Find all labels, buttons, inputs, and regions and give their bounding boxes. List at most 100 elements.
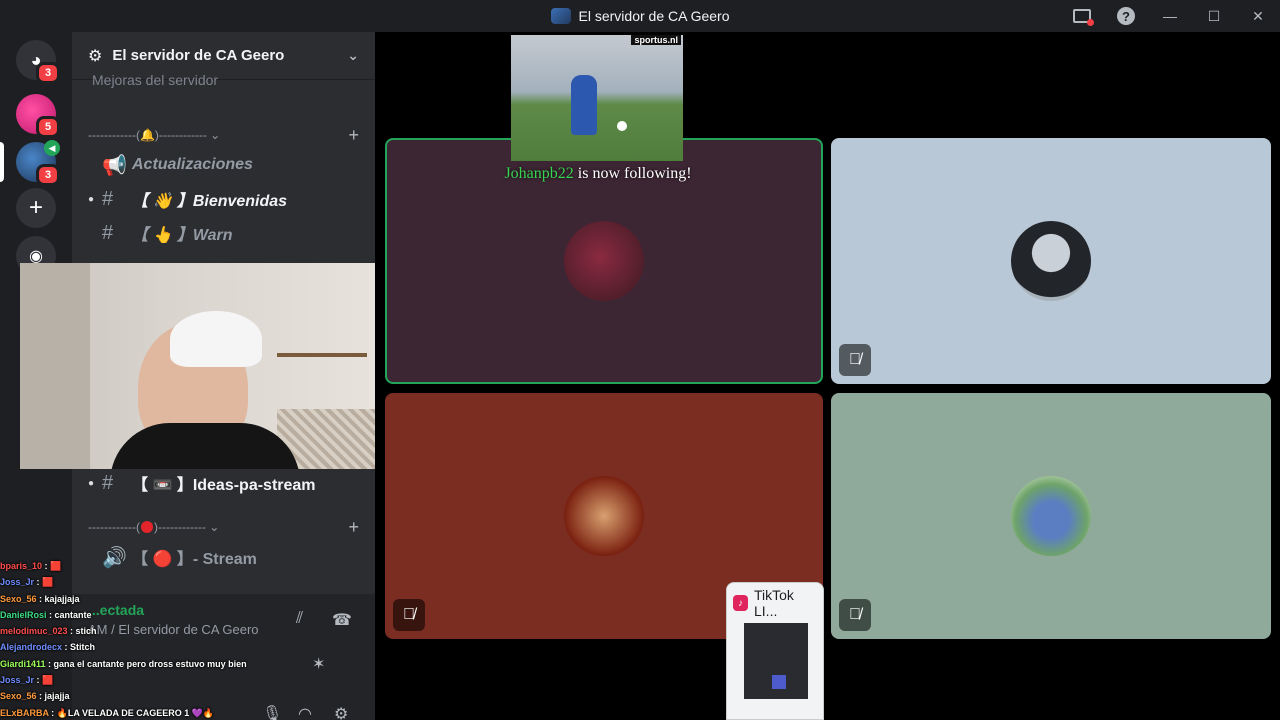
chat-username: DanielRosi (0, 609, 47, 620)
selected-indicator (0, 142, 4, 182)
follow-alert-text: Johanpb22 is now following! (488, 165, 708, 183)
chat-username: Sexo_56 (0, 593, 37, 604)
chat-text: stich (75, 626, 97, 637)
add-channel-icon[interactable]: + (348, 517, 359, 538)
maximize-button[interactable]: ☐ (1192, 0, 1236, 32)
user-settings-icon[interactable]: ⚙ (334, 704, 348, 720)
channel-name: Actualizaciones (132, 156, 253, 173)
chat-text: 🟥 (50, 561, 62, 571)
add-server-button[interactable]: + (16, 188, 56, 228)
channel-ideas-pa-stream[interactable]: ● # 【 📼 】Ideas-pa-stream (88, 467, 359, 499)
muted-icon: 🎙̸ (839, 344, 871, 376)
tiktok-label: TikTok LI... (754, 587, 794, 619)
announcement-icon: 📢 (102, 154, 127, 177)
chat-username: ELxBARBA (0, 707, 49, 718)
follow-message: is now following! (573, 165, 692, 182)
server-boosts[interactable]: Mejoras del servidor (92, 72, 218, 88)
server-icon (550, 8, 571, 24)
webcam-overlay (20, 263, 387, 469)
unread-indicator-icon: ● (88, 477, 95, 489)
speaker-icon: ◀ (44, 140, 60, 156)
chat-text: Stitch (70, 642, 96, 653)
chat-message: bparis_10 : 🟥 (0, 561, 62, 571)
channel-name: 【 👋 】Bienvenidas (132, 193, 288, 210)
chat-username: Joss_Jr (0, 675, 35, 686)
server-settings-icon: ⚙ (88, 47, 103, 65)
follow-alert-image: sportus.nl (511, 35, 683, 161)
channel-name: 【 👆 】Warn (132, 227, 233, 244)
image-watermark: sportus.nl (631, 35, 681, 45)
window-title-group: El servidor de CA Geero (550, 8, 730, 24)
muted-icon: 🎙̸ (839, 599, 871, 631)
title-bar: El servidor de CA Geero ? — ☐ ✕ (0, 0, 1280, 32)
category-label: ------------( (88, 520, 140, 534)
server-icon-pink[interactable]: 5 (16, 94, 60, 138)
chat-username: Giardi1411 (0, 658, 46, 669)
tiktok-live-popout[interactable]: ♪ TikTok LI... (726, 582, 824, 720)
help-icon[interactable]: ? (1104, 0, 1148, 32)
avatar (1011, 221, 1091, 301)
chat-username: Joss_Jr (0, 577, 35, 588)
hash-icon: # (102, 471, 114, 494)
chevron-down-icon: ⌄ (347, 47, 359, 63)
chat-text: jajajja (44, 691, 70, 702)
tiktok-icon: ♪ (733, 595, 748, 611)
chat-text: 🟥 (42, 577, 54, 588)
window-controls: ? — ☐ ✕ (1060, 0, 1280, 32)
chat-message: DanielRosi : cantante (0, 609, 92, 620)
channel-warn[interactable]: # 【 👆 】Warn (88, 217, 359, 249)
streamer-cap (170, 311, 262, 367)
channel-name: 【 📼 】Ideas-pa-stream (132, 477, 316, 494)
red-circle-icon (140, 521, 153, 533)
window-title: El servidor de CA Geero (578, 8, 730, 24)
chat-text: gana el cantante pero dross estuvo muy b… (53, 658, 247, 669)
follower-name: Johanpb22 (504, 165, 574, 182)
add-channel-icon[interactable]: + (348, 125, 359, 146)
channel-actualizaciones[interactable]: 📢 Actualizaciones (88, 149, 359, 181)
stream-chat-overlay: bparis_10 : 🟥 Joss_Jr : 🟥 Sexo_56 : kajajj… (0, 558, 330, 720)
chat-message: ELxBARBA : 🔥LA VELADA DE CAGEERO 1 💜🔥 (0, 707, 215, 718)
chat-message: melodimuc_023 : stich (0, 626, 97, 637)
chat-message: Sexo_56 : kajajjaja (0, 593, 80, 604)
hash-icon: # (102, 187, 114, 210)
avatar (564, 221, 644, 301)
chat-text: kajajjaja (44, 593, 80, 604)
hash-icon: # (102, 221, 114, 244)
chat-username: melodimuc_023 (0, 626, 68, 637)
avatar (1011, 476, 1091, 556)
category-label-after: )------------ ⌄ (153, 520, 220, 534)
category-header[interactable]: ------------(🔔)------------ ⌄ + (88, 125, 359, 145)
discord-home-button[interactable]: ◕ 3 (16, 40, 60, 84)
tiktok-header: ♪ TikTok LI... (727, 583, 823, 623)
category-header-stream[interactable]: ------------( )------------ ⌄ + (88, 517, 359, 537)
participant-tile[interactable]: 🎙̸ (831, 393, 1271, 639)
server-name: El servidor de CA Geero (112, 47, 285, 64)
participant-tile[interactable]: 🎙̸ (831, 138, 1271, 384)
chat-text: 🔥LA VELADA DE CAGEERO 1 💜🔥 (56, 707, 215, 718)
chat-message: Alejandrodecx : Stitch (0, 642, 96, 653)
tiktok-preview (744, 623, 808, 699)
chat-message: Sexo_56 : jajajja (0, 691, 70, 702)
avatar (564, 476, 644, 556)
unread-indicator-icon: ● (88, 193, 95, 205)
server-icon-ca-geero[interactable]: ◀ 3 (16, 140, 60, 186)
chat-username: Sexo_56 (0, 691, 37, 702)
close-button[interactable]: ✕ (1236, 0, 1280, 32)
category-label: ------------(🔔)------------ ⌄ (88, 128, 221, 142)
chat-message: Giardi1411 : gana el cantante pero dross… (0, 658, 247, 669)
chat-username: Alejandrodecx (0, 642, 63, 653)
chat-message: Joss_Jr : 🟥 (0, 675, 54, 686)
chat-message: Joss_Jr : 🟥 (0, 577, 54, 588)
minimize-button[interactable]: — (1148, 0, 1192, 32)
notification-badge: 3 (36, 62, 60, 84)
chat-text: cantante (54, 609, 92, 620)
notification-badge: 3 (36, 164, 60, 186)
muted-icon: 🎙̸ (393, 599, 425, 631)
streamer-body (110, 423, 300, 469)
screen-share-icon[interactable] (1060, 0, 1104, 32)
channel-bienvenidas[interactable]: ● # 【 👋 】Bienvenidas (88, 183, 359, 215)
chat-username: bparis_10 (0, 561, 43, 571)
chat-text: 🟥 (42, 675, 54, 686)
disconnect-icon[interactable]: ☎ (332, 610, 352, 630)
notification-badge: 5 (36, 116, 60, 138)
